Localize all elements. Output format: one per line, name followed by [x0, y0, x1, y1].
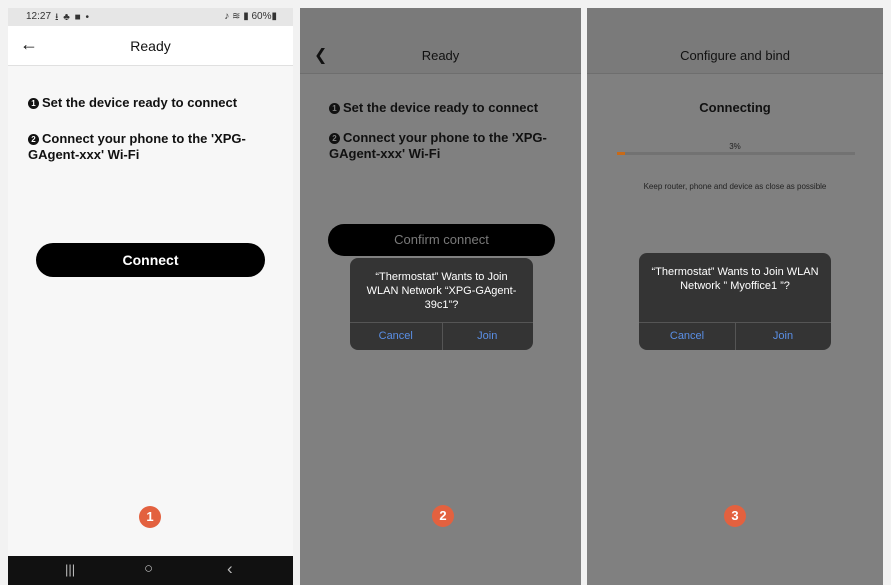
step-2-text: Connect your phone to the 'XPG-GAgent-xx…: [329, 130, 547, 161]
step-1: 1 Set the device ready to connect: [329, 100, 569, 116]
nav-header: Configure and bind: [587, 8, 883, 74]
step-1: 1 Set the device ready to connect: [28, 95, 268, 111]
status-right: ♪ ≋ ▮ 60%▮: [224, 11, 277, 22]
connecting-status: Connecting: [699, 100, 771, 115]
step-2: 2 Connect your phone to the 'XPG-GAgent-x…: [329, 130, 569, 162]
step-number-1: 1: [329, 103, 340, 114]
proximity-hint: Keep router, phone and device as close a…: [643, 182, 827, 191]
progress-percent: 3%: [729, 142, 741, 151]
android-nav-bar: ||| ○ ‹: [8, 556, 293, 585]
cancel-button[interactable]: Cancel: [350, 330, 442, 342]
notification-icons: ⭳ ♣ ■ •: [55, 12, 90, 23]
join-button[interactable]: Join: [442, 330, 534, 342]
step-2: 2 Connect your phone to the 'XPG-GAgent-x…: [28, 131, 268, 163]
ios-ready-screen: ❮ Ready 1 Set the device ready to connect…: [300, 8, 581, 585]
app-bar: ← Ready: [8, 26, 293, 66]
step-1-text: Set the device ready to connect: [42, 95, 238, 110]
screenshot-collage: 12:27 ⭳ ♣ ■ • ♪ ≋ ▮ 60%▮ ← Ready 1 Set th…: [0, 0, 891, 585]
step-2-text: Connect your phone to the 'XPG-GAgent-xx…: [28, 131, 246, 162]
content-area: 1 Set the device ready to connect 2 Connec…: [8, 66, 293, 556]
progress-bar: [617, 152, 855, 155]
step-number-2: 2: [28, 134, 39, 145]
wifi-join-alert: “Thermostat” Wants to Join WLAN Network …: [639, 253, 831, 350]
alert-buttons: Cancel Join: [350, 322, 533, 350]
nav-back-icon[interactable]: ‹: [227, 559, 233, 579]
recent-apps-icon[interactable]: |||: [65, 562, 75, 577]
page-title: Ready: [421, 48, 460, 63]
ios-configure-screen: Configure and bind Connecting 3% Keep ro…: [587, 8, 883, 585]
cancel-button[interactable]: Cancel: [639, 330, 735, 342]
home-icon[interactable]: ○: [144, 560, 153, 577]
status-time: 12:27: [26, 11, 52, 22]
step-number-2: 2: [329, 133, 340, 144]
nav-header: ❮ Ready: [300, 8, 581, 74]
alert-message: “Thermostat” Wants to Join WLAN Network …: [651, 266, 819, 292]
step-number-1: 1: [28, 98, 39, 109]
confirm-connect-button[interactable]: Confirm connect: [328, 224, 555, 256]
step-badge-1: 1: [139, 506, 161, 528]
step-1-text: Set the device ready to connect: [343, 100, 539, 115]
step-badge-2: 2: [432, 505, 454, 527]
connect-button[interactable]: Connect: [36, 243, 265, 277]
join-button[interactable]: Join: [735, 330, 831, 342]
status-bar: 12:27 ⭳ ♣ ■ • ♪ ≋ ▮ 60%▮: [8, 8, 293, 26]
alert-message: “Thermostat” Wants to Join WLAN Network …: [366, 271, 517, 311]
page-title: Configure and bind: [680, 48, 790, 63]
wifi-join-alert: “Thermostat” Wants to Join WLAN Network …: [350, 258, 533, 350]
progress-fill: [617, 152, 626, 155]
step-badge-3: 3: [724, 505, 746, 527]
android-ready-screen: 12:27 ⭳ ♣ ■ • ♪ ≋ ▮ 60%▮ ← Ready 1 Set th…: [8, 8, 293, 585]
alert-buttons: Cancel Join: [639, 322, 831, 350]
page-title: Ready: [130, 38, 171, 54]
